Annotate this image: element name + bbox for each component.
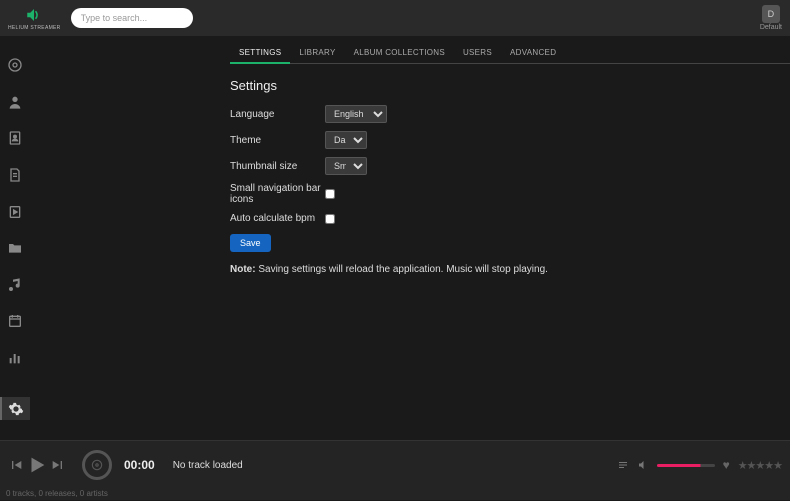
sidebar-item-contacts[interactable] [0, 127, 30, 150]
brand-line1: HELIUM [8, 25, 29, 31]
time-display: 00:00 [124, 458, 155, 472]
disc-small-icon [90, 458, 104, 472]
now-playing-art [82, 450, 112, 480]
sidebar [0, 36, 30, 440]
disc-icon [7, 57, 23, 73]
tab-advanced[interactable]: ADVANCED [501, 44, 565, 63]
gear-icon [8, 401, 24, 417]
sidebar-item-disc[interactable] [0, 54, 30, 77]
volume-icon[interactable] [637, 459, 649, 471]
label-language: Language [230, 109, 325, 120]
user-icon [7, 94, 23, 110]
note-text: Note: Saving settings will reload the ap… [230, 264, 790, 275]
note-prefix: Note: [230, 264, 256, 275]
label-theme: Theme [230, 135, 325, 146]
sidebar-item-settings[interactable] [0, 397, 30, 420]
folder-icon [7, 240, 23, 256]
bar-chart-icon [7, 350, 23, 366]
row-language: Language English [230, 105, 790, 123]
speaker-icon [25, 6, 43, 24]
sidebar-item-user[interactable] [0, 91, 30, 114]
tab-settings[interactable]: SETTINGS [230, 44, 290, 64]
address-book-icon [7, 130, 23, 146]
checkbox-small-nav[interactable] [325, 189, 335, 199]
document-icon [7, 167, 23, 183]
tab-library[interactable]: LIBRARY [290, 44, 344, 63]
brand-line2: STREAMER [30, 25, 60, 31]
play-file-icon [7, 204, 23, 220]
queue-icon[interactable] [617, 459, 629, 471]
player-right-controls: ♥ ★★★★★ [617, 458, 782, 472]
favorite-icon[interactable]: ♥ [723, 458, 730, 472]
page-title: Settings [230, 78, 790, 93]
prev-icon[interactable] [8, 457, 24, 473]
brand-logo: HELIUM STREAMER [8, 6, 61, 31]
sidebar-item-document[interactable] [0, 164, 30, 187]
calendar-icon [7, 313, 23, 329]
label-auto-bpm: Auto calculate bpm [230, 213, 325, 224]
library-count: 0 tracks, 0 releases, 0 artists [0, 489, 790, 501]
row-small-nav: Small navigation bar icons [230, 183, 790, 205]
next-icon[interactable] [50, 457, 66, 473]
play-icon[interactable] [26, 454, 48, 476]
sidebar-item-stats[interactable] [0, 347, 30, 370]
save-button[interactable]: Save [230, 234, 271, 252]
track-status: No track loaded [173, 460, 243, 471]
user-menu[interactable]: D Default [760, 5, 782, 31]
select-theme[interactable]: Dark [325, 131, 367, 149]
tab-album-collections[interactable]: ALBUM COLLECTIONS [345, 44, 454, 63]
tab-users[interactable]: USERS [454, 44, 501, 63]
search-input[interactable] [71, 8, 193, 28]
music-note-icon [7, 277, 23, 293]
label-small-nav: Small navigation bar icons [230, 183, 325, 205]
row-theme: Theme Dark [230, 131, 790, 149]
label-thumbnail: Thumbnail size [230, 161, 325, 172]
user-label: Default [760, 24, 782, 31]
volume-slider[interactable] [657, 464, 715, 467]
note-body: Saving settings will reload the applicat… [256, 264, 548, 275]
select-language[interactable]: English [325, 105, 387, 123]
row-auto-bpm: Auto calculate bpm [230, 213, 790, 224]
sidebar-item-folder[interactable] [0, 237, 30, 260]
sidebar-item-music[interactable] [0, 274, 30, 297]
checkbox-auto-bpm[interactable] [325, 214, 335, 224]
row-thumbnail: Thumbnail size Small [230, 157, 790, 175]
sidebar-item-playlist[interactable] [0, 200, 30, 223]
tabs: SETTINGS LIBRARY ALBUM COLLECTIONS USERS… [230, 44, 790, 64]
player-bar: 00:00 No track loaded ♥ ★★★★★ 0 tracks, … [0, 440, 790, 500]
app-header: HELIUM STREAMER D Default [0, 0, 790, 36]
main-content: SETTINGS LIBRARY ALBUM COLLECTIONS USERS… [30, 36, 790, 440]
sidebar-item-calendar[interactable] [0, 310, 30, 333]
avatar: D [762, 5, 780, 23]
transport-controls [8, 454, 66, 476]
rating-stars[interactable]: ★★★★★ [738, 459, 782, 472]
select-thumbnail[interactable]: Small [325, 157, 367, 175]
